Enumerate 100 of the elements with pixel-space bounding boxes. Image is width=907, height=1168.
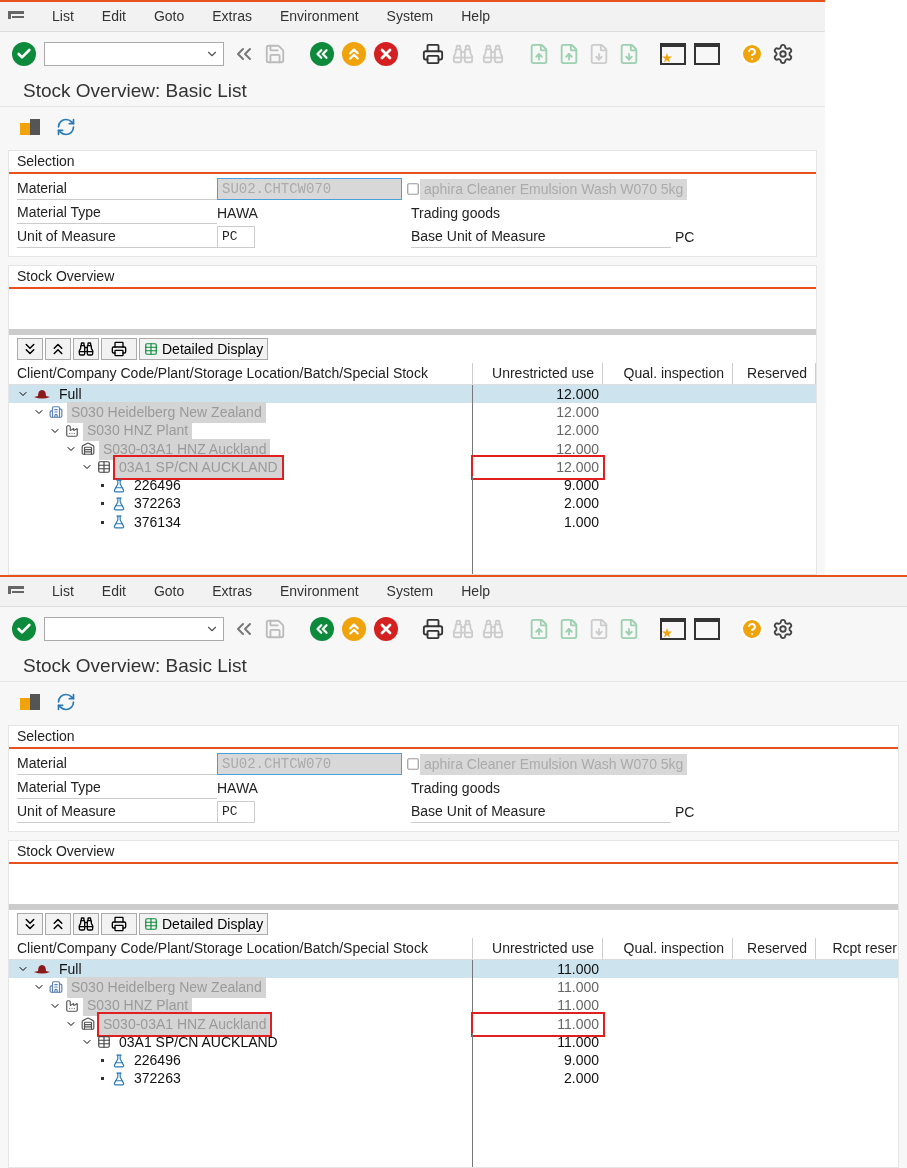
star-icon	[662, 53, 672, 63]
menu-item[interactable]: Edit	[101, 6, 126, 27]
tree-node-label: S030 HNZ Plant	[83, 420, 193, 442]
field-value: HAWA	[217, 203, 259, 223]
export-icon[interactable]	[20, 693, 40, 710]
tree-row[interactable]: 372263 2.000	[9, 494, 816, 514]
menu-item[interactable]: Goto	[153, 6, 185, 27]
menu-item[interactable]: System	[386, 6, 434, 27]
section-heading: Selection	[9, 726, 898, 749]
bullet-icon	[101, 484, 104, 488]
tree-row[interactable]: S030 Heidelberg New Zealand 12.000	[9, 403, 816, 422]
flask-icon	[112, 496, 126, 511]
tree-row[interactable]: 03A1 SP/CN AUCKLAND 12.000	[9, 458, 816, 477]
expand-all-button[interactable]	[17, 338, 43, 360]
print-icon[interactable]	[422, 618, 444, 640]
unrestricted-value: 11.000	[556, 1032, 600, 1052]
expand-all-button[interactable]	[17, 913, 43, 935]
tree-node-label: 226496	[133, 1051, 182, 1071]
collapse-all-button[interactable]	[45, 913, 71, 935]
command-field[interactable]	[44, 42, 224, 66]
flask-icon	[112, 1053, 126, 1068]
building-icon	[49, 980, 63, 995]
unrestricted-value: 9.000	[562, 1051, 600, 1071]
export-icon[interactable]	[20, 118, 40, 135]
tree-row[interactable]: Full 11.000	[9, 960, 898, 979]
confirm-icon[interactable]	[12, 42, 36, 66]
field-label: Material Type	[17, 777, 217, 799]
tree-node-label: Full	[58, 384, 83, 404]
find-button[interactable]	[73, 913, 99, 935]
menu-item[interactable]: List	[52, 6, 74, 27]
print-icon[interactable]	[422, 43, 444, 65]
unrestricted-value: 1.000	[562, 512, 600, 532]
collapse-all-button[interactable]	[45, 338, 71, 360]
field-label: Base Unit of Measure	[411, 226, 671, 248]
detailed-display-button[interactable]: Detailed Display	[139, 338, 269, 360]
section-heading: Stock Overview	[9, 841, 898, 864]
tree-row[interactable]: 03A1 SP/CN AUCKLAND 11.000	[9, 1033, 898, 1052]
menu-item[interactable]: Edit	[101, 581, 126, 602]
menu-item[interactable]: Environment	[279, 581, 359, 602]
print-button[interactable]	[101, 913, 137, 935]
command-field[interactable]	[44, 617, 224, 641]
print-button[interactable]	[101, 338, 137, 360]
menu-item[interactable]: Help	[461, 6, 491, 27]
up-icon[interactable]	[342, 617, 366, 641]
unrestricted-value: 12.000	[555, 421, 600, 441]
settings-icon[interactable]	[772, 618, 794, 640]
binoculars-icon	[78, 341, 94, 357]
settings-icon[interactable]	[772, 43, 794, 65]
back-icon[interactable]	[310, 617, 334, 641]
tree-node-label: S030-03A1 HNZ Auckland	[99, 1013, 271, 1035]
column-header: Client/Company Code/Plant/Storage Location/Batch/Special Stock	[9, 363, 473, 384]
tree-row[interactable]: S030 Heidelberg New Zealand 11.000	[9, 978, 898, 997]
field-label: Unit of Measure	[17, 801, 217, 823]
bullet-icon	[101, 502, 104, 506]
menu-item[interactable]: System	[386, 581, 434, 602]
unrestricted-value: 9.000	[562, 476, 600, 496]
find-button[interactable]	[73, 338, 99, 360]
menu-item[interactable]: Environment	[279, 6, 359, 27]
menu-item[interactable]: Extras	[212, 6, 252, 27]
tree-row[interactable]: 226496 9.000	[9, 476, 816, 495]
confirm-icon[interactable]	[12, 617, 36, 641]
tree-node-label: 372263	[133, 494, 182, 514]
back-icon[interactable]	[310, 42, 334, 66]
unit-field[interactable]: PC	[217, 801, 255, 823]
tree-row[interactable]: Full 12.000	[9, 385, 816, 404]
page-title: Stock Overview: Basic List	[22, 78, 248, 103]
bullet-icon	[101, 1077, 104, 1081]
flask-icon	[112, 515, 126, 530]
unit-field[interactable]: PC	[217, 226, 255, 248]
printer-icon	[111, 916, 127, 932]
unrestricted-value: 12.000	[555, 439, 600, 459]
refresh-icon[interactable]	[56, 116, 76, 137]
tree-row[interactable]: 226496 9.000	[9, 1051, 898, 1070]
flask-icon	[112, 478, 126, 493]
cancel-icon[interactable]	[374, 42, 398, 66]
column-header: Reserved	[733, 363, 816, 384]
cancel-icon[interactable]	[374, 617, 398, 641]
tree-row[interactable]: S030-03A1 HNZ Auckland 11.000	[9, 1014, 898, 1034]
help-icon[interactable]	[740, 617, 764, 641]
field-value: PC	[675, 227, 695, 247]
menu-item[interactable]: List	[52, 581, 74, 602]
factory-icon	[65, 423, 79, 438]
up-icon[interactable]	[342, 42, 366, 66]
menu-item[interactable]: Help	[461, 581, 491, 602]
tree-row[interactable]: 376134 1.000	[9, 513, 816, 532]
tree-node-label: 03A1 SP/CN AUCKLAND	[118, 1032, 279, 1052]
column-header: Rcpt reser	[816, 938, 898, 959]
detailed-display-button[interactable]: Detailed Display	[139, 913, 269, 935]
unrestricted-value: 2.000	[562, 494, 600, 514]
menu-item[interactable]: Goto	[153, 581, 185, 602]
help-icon[interactable]	[740, 42, 764, 66]
bullet-icon	[101, 520, 104, 524]
refresh-icon[interactable]	[56, 691, 76, 712]
bullet-icon	[101, 1059, 104, 1063]
field-label: Material Type	[17, 202, 217, 224]
unrestricted-value: 12.000	[555, 402, 600, 422]
building-icon	[49, 405, 63, 420]
field-label: Material	[17, 178, 217, 200]
tree-row[interactable]: 372263 2.000	[9, 1069, 898, 1089]
menu-item[interactable]: Extras	[212, 581, 252, 602]
